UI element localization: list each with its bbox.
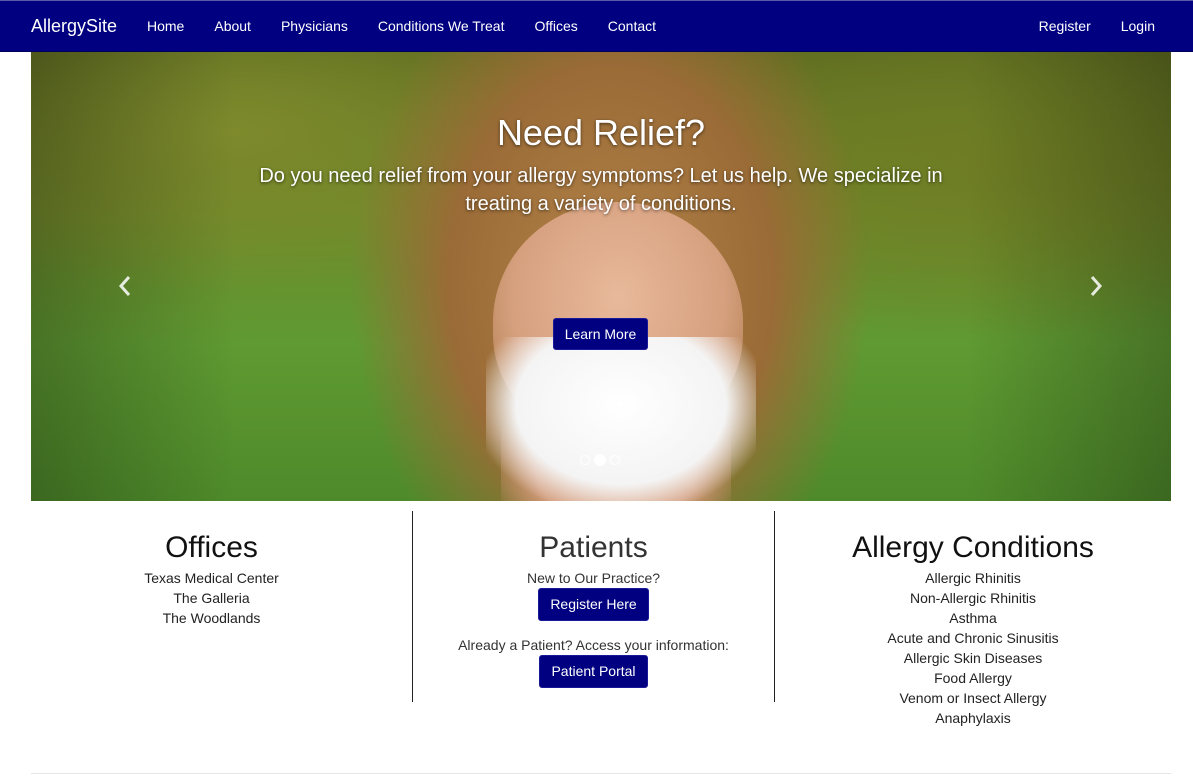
nav-contact[interactable]: Contact [593, 1, 671, 52]
nav-conditions[interactable]: Conditions We Treat [363, 1, 520, 52]
conditions-section: Allergy Conditions Allergic Rhinitis Non… [775, 511, 1171, 728]
nav-login[interactable]: Login [1106, 1, 1170, 52]
condition-item: Venom or Insect Allergy [899, 690, 1047, 706]
carousel-indicator-2[interactable] [594, 454, 606, 466]
condition-item: Acute and Chronic Sinusitis [887, 630, 1059, 646]
condition-item: Allergic Skin Diseases [903, 650, 1043, 666]
offices-title: Offices [165, 531, 258, 564]
offices-section: Offices Texas Medical Center The Galleri… [31, 511, 392, 628]
register-here-button[interactable]: Register Here [538, 588, 649, 621]
office-item: Texas Medical Center [144, 570, 279, 586]
condition-item: Anaphylaxis [935, 710, 1011, 726]
nav-offices[interactable]: Offices [519, 1, 592, 52]
chevron-right-icon[interactable] [1088, 274, 1104, 305]
existing-patient-text: Already a Patient? Access your informati… [458, 637, 729, 653]
office-item: The Galleria [173, 590, 250, 606]
nav-home[interactable]: Home [132, 1, 199, 52]
condition-item: Allergic Rhinitis [925, 570, 1021, 586]
patients-title: Patients [539, 531, 648, 564]
conditions-title: Allergy Conditions [852, 531, 1094, 564]
carousel-indicators [580, 454, 620, 466]
nav-about[interactable]: About [199, 1, 266, 52]
carousel-indicator-1[interactable] [580, 455, 590, 465]
condition-item: Asthma [949, 610, 997, 626]
hero-title: Need Relief? [496, 112, 706, 153]
nav-register[interactable]: Register [1024, 1, 1106, 52]
patient-portal-button[interactable]: Patient Portal [539, 655, 648, 688]
patients-section: Patients New to Our Practice? Register H… [413, 511, 774, 688]
hero-carousel: Need Relief? Do you need relief from you… [31, 52, 1171, 501]
chevron-left-icon[interactable] [117, 274, 133, 305]
nav-physicians[interactable]: Physicians [266, 1, 363, 52]
learn-more-button[interactable]: Learn More [553, 318, 648, 350]
carousel-indicator-3[interactable] [610, 455, 620, 465]
account-nav: Register Login [1024, 1, 1170, 52]
office-item: The Woodlands [162, 610, 261, 626]
hero-text: Do you need relief from your allergy sym… [259, 165, 943, 215]
footer-divider [31, 773, 1171, 774]
main-nav: Home About Physicians Conditions We Trea… [132, 1, 671, 52]
condition-item: Food Allergy [934, 670, 1012, 686]
brand-link[interactable]: AllergySite [31, 16, 117, 37]
condition-item: Non-Allergic Rhinitis [909, 590, 1037, 606]
new-patient-text: New to Our Practice? [526, 570, 661, 586]
top-navbar: AllergySite Home About Physicians Condit… [0, 0, 1193, 52]
